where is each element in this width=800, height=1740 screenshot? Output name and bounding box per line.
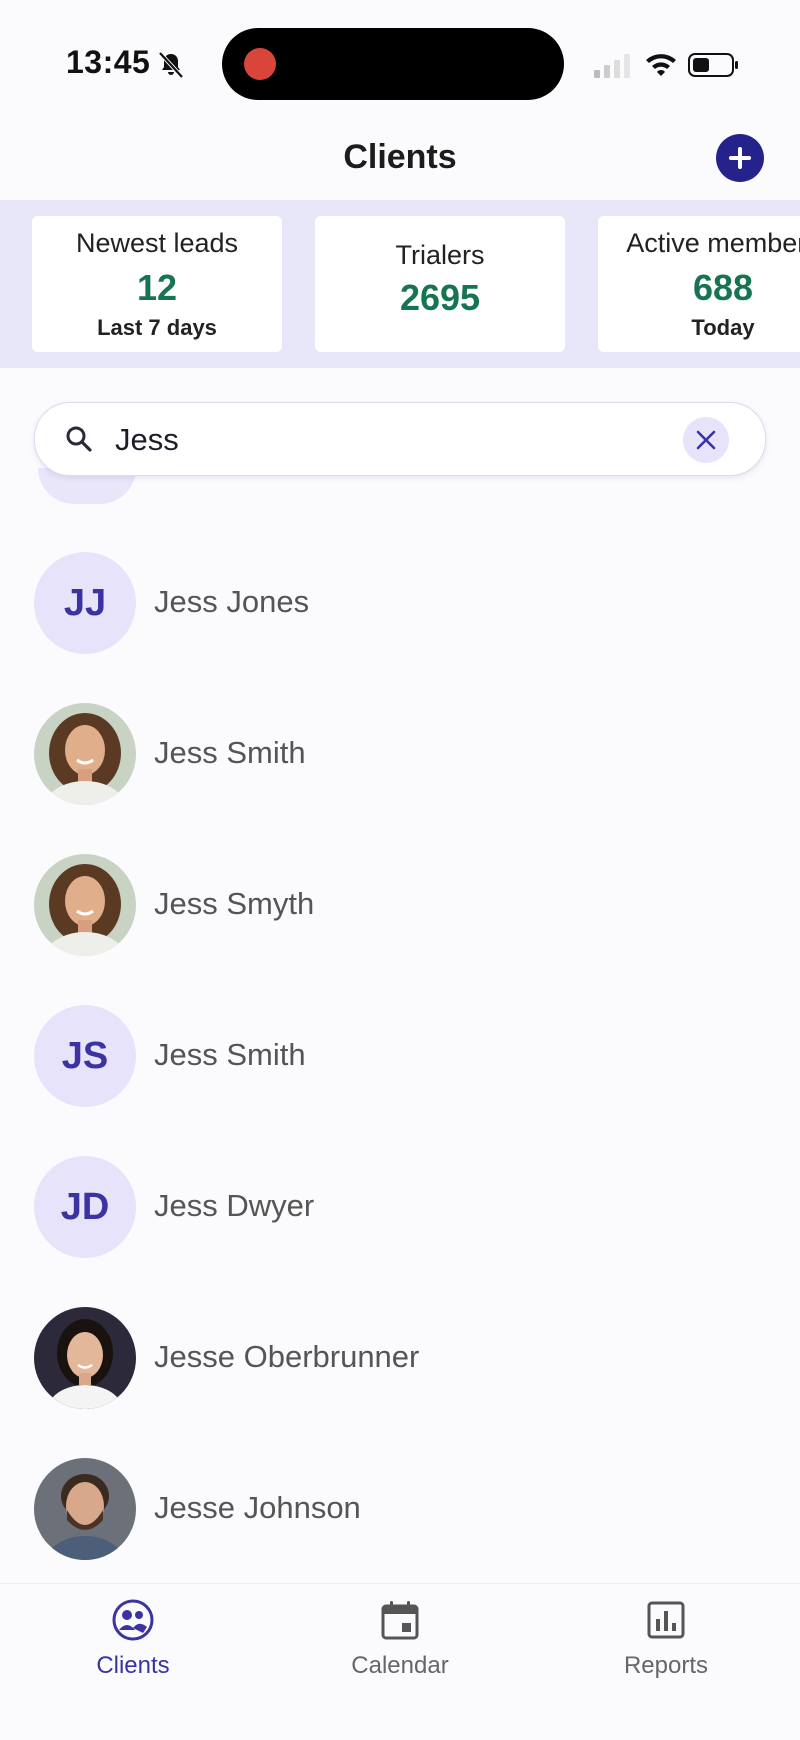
status-time: 13:45 — [66, 44, 151, 80]
search-input[interactable] — [113, 417, 677, 463]
client-row[interactable]: Jess Smyth — [0, 854, 800, 1004]
tab-clients[interactable]: Clients — [33, 1598, 233, 1680]
dynamic-island — [222, 28, 564, 100]
stat-card-newest-leads[interactable]: Newest leads 12 Last 7 days — [32, 216, 282, 352]
stat-value: 688 — [692, 267, 754, 308]
stat-subtitle: Today — [691, 315, 755, 340]
battery-icon — [688, 53, 738, 77]
stat-card-trialers[interactable]: Trialers 2695 — [315, 216, 565, 352]
tab-reports[interactable]: Reports — [566, 1598, 766, 1680]
stat-value: 2695 — [399, 277, 481, 318]
tab-calendar[interactable]: Calendar — [300, 1598, 500, 1680]
stats-carousel[interactable]: Newest leads 12 Last 7 days Trialers 269… — [0, 200, 800, 368]
client-row[interactable]: Jesse Oberbrunner — [0, 1307, 800, 1457]
people-icon — [112, 1599, 154, 1641]
client-name: Jess Smith — [154, 735, 306, 770]
client-name: Jess Smith — [154, 1037, 306, 1072]
stat-label: Newest leads — [75, 228, 239, 258]
wifi-icon — [646, 54, 676, 76]
bar-chart-icon — [647, 1601, 685, 1639]
avatar-photo — [34, 854, 136, 956]
status-bar: 13:45 — [0, 0, 800, 120]
client-row[interactable]: JS Jess Smith — [0, 1005, 800, 1155]
bell-off-icon — [158, 51, 184, 79]
avatar-photo — [34, 1307, 136, 1409]
client-row[interactable]: JD Jess Dwyer — [0, 1156, 800, 1306]
add-client-button[interactable] — [716, 134, 764, 182]
stat-label: Trialers — [395, 240, 485, 270]
search-icon — [66, 426, 92, 452]
avatar: JS — [34, 1005, 136, 1107]
client-name: Jesse Oberbrunner — [154, 1339, 420, 1374]
stat-value: 12 — [136, 267, 178, 308]
client-name: Jess Smyth — [154, 886, 315, 921]
client-name: Jesse Johnson — [154, 1490, 361, 1525]
stat-subtitle: Last 7 days — [97, 315, 217, 340]
bottom-tab-bar: Clients Calendar Reports — [0, 1583, 800, 1740]
avatar-photo — [34, 703, 136, 805]
client-row[interactable]: JJ Jess Jones — [0, 552, 800, 702]
plus-icon — [729, 147, 751, 169]
client-name: Jess Dwyer — [154, 1188, 315, 1223]
avatar-photo — [34, 1458, 136, 1560]
avatar: JJ — [34, 552, 136, 654]
tab-label: Calendar — [351, 1652, 449, 1679]
client-row[interactable]: Jess Smith — [0, 703, 800, 853]
clear-search-button[interactable] — [683, 417, 729, 463]
page-title: Clients — [343, 138, 457, 176]
stat-card-active-members[interactable]: Active members 688 Today — [598, 216, 800, 352]
client-name: Jess Jones — [154, 584, 310, 619]
app-header: Clients — [0, 120, 800, 200]
avatar: JD — [34, 1156, 136, 1258]
close-icon — [696, 430, 716, 450]
recording-dot-icon — [244, 48, 276, 80]
tab-label: Reports — [623, 1652, 709, 1679]
tab-label: Clients — [96, 1652, 170, 1679]
stat-label: Active members — [626, 228, 800, 258]
calendar-icon — [381, 1601, 419, 1640]
cellular-signal-icon — [594, 54, 630, 78]
search-bar[interactable] — [34, 402, 766, 476]
